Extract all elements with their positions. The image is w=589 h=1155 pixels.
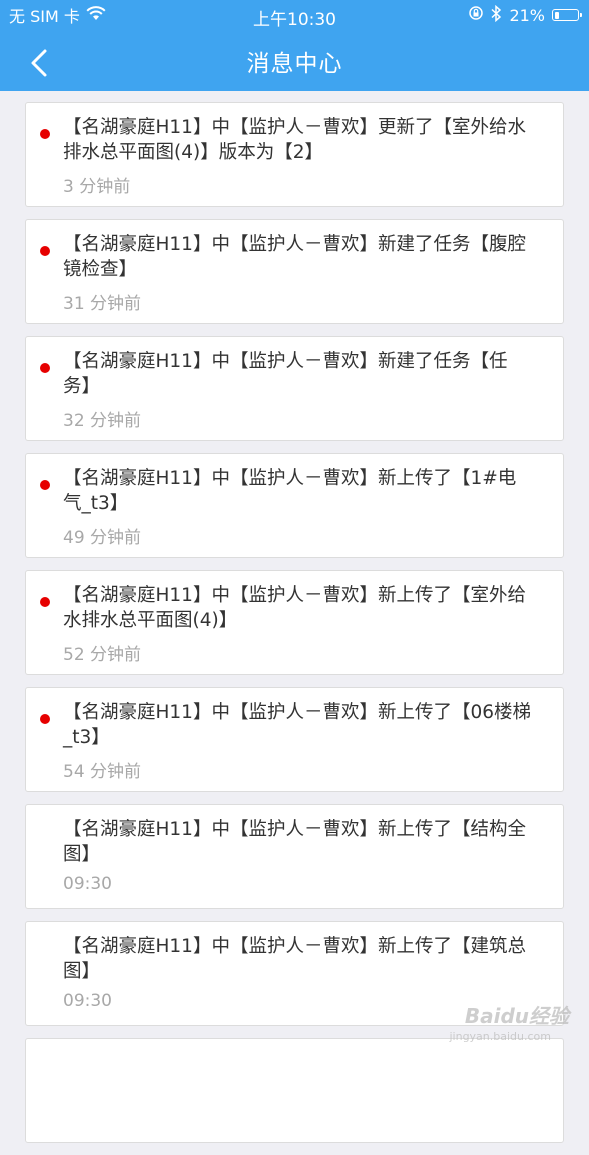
message-time: 32 分钟前 [63,411,142,431]
nav-bar: 消息中心 [0,30,589,91]
message-card[interactable]: 【名湖豪庭H11】中【监护人－曹欢】新上传了【1#电气_t3】 49 分钟前 [25,453,564,558]
message-card[interactable]: 【名湖豪庭H11】中【监护人－曹欢】新上传了【06楼梯_t3】 54 分钟前 [25,687,564,792]
bluetooth-icon [491,4,502,26]
orientation-lock-icon [468,5,484,25]
battery-percent: 21% [509,5,545,25]
message-card[interactable] [25,1038,564,1143]
message-text: 【名湖豪庭H11】中【监护人－曹欢】新上传了【建筑总图】 [63,936,526,982]
unread-dot [40,480,50,490]
message-time: 52 分钟前 [63,645,142,665]
message-card[interactable]: 【名湖豪庭H11】中【监护人－曹欢】新建了任务【腹腔镜检查】 31 分钟前 [25,219,564,324]
unread-dot [40,129,50,139]
message-text: 【名湖豪庭H11】中【监护人－曹欢】新上传了【结构全图】 [63,819,526,865]
message-list: 【名湖豪庭H11】中【监护人－曹欢】更新了【室外给水排水总平面图(4)】版本为【… [25,102,564,1155]
message-text: 【名湖豪庭H11】中【监护人－曹欢】新建了任务【腹腔镜检查】 [63,234,526,280]
top-bar: 无 SIM 卡 上午10:30 21% 消息中心 [0,0,589,91]
status-right: 21% [468,4,582,26]
unread-dot [40,363,50,373]
message-text: 【名湖豪庭H11】中【监护人－曹欢】新建了任务【任务】 [63,351,508,397]
unread-dot [40,246,50,256]
message-text: 【名湖豪庭H11】中【监护人－曹欢】新上传了【1#电气_t3】 [63,468,517,514]
message-text: 【名湖豪庭H11】中【监护人－曹欢】新上传了【06楼梯_t3】 [63,702,531,748]
message-card[interactable]: 【名湖豪庭H11】中【监护人－曹欢】更新了【室外给水排水总平面图(4)】版本为【… [25,102,564,207]
message-text: 【名湖豪庭H11】中【监护人－曹欢】更新了【室外给水排水总平面图(4)】版本为【… [63,117,526,163]
watermark: Baidu经验 [464,1004,569,1028]
battery-level [554,11,559,19]
unread-dot [40,714,50,724]
message-time: 09:30 [63,874,112,894]
status-bar: 无 SIM 卡 上午10:30 21% [0,0,589,30]
watermark-sub: jingyan.baidu.com [449,1030,551,1043]
message-card[interactable]: 【名湖豪庭H11】中【监护人－曹欢】新上传了【结构全图】 09:30 [25,804,564,909]
battery-icon [552,9,582,21]
message-time: 49 分钟前 [63,528,142,548]
unread-dot [40,597,50,607]
message-time: 54 分钟前 [63,762,142,782]
message-card[interactable]: 【名湖豪庭H11】中【监护人－曹欢】新建了任务【任务】 32 分钟前 [25,336,564,441]
page-title: 消息中心 [246,51,343,77]
message-time: 09:30 [63,991,112,1011]
message-time: 31 分钟前 [63,294,142,314]
message-card[interactable]: 【名湖豪庭H11】中【监护人－曹欢】新上传了【室外给水排水总平面图(4)】 52 … [25,570,564,675]
message-time: 3 分钟前 [63,177,131,197]
message-text: 【名湖豪庭H11】中【监护人－曹欢】新上传了【室外给水排水总平面图(4)】 [63,585,526,631]
battery-tip [580,13,582,17]
